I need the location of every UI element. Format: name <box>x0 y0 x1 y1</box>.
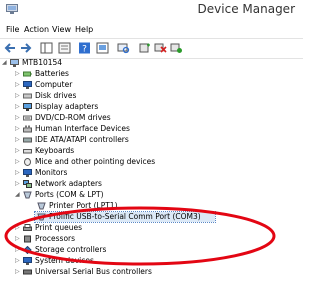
expand-arrow-icon[interactable]: ▷ <box>15 148 21 154</box>
expand-arrow-icon[interactable]: ▷ <box>15 115 21 121</box>
tree-item-print-queues[interactable]: ▷ Print queues <box>15 223 215 233</box>
tree-item-printer-port[interactable]: Printer Port (LPT1) <box>29 201 229 211</box>
tree-item-batteries[interactable]: ▷ Batteries <box>15 69 215 79</box>
network-icon <box>23 180 32 188</box>
back-button[interactable] <box>4 42 17 54</box>
tree-item-mice[interactable]: ▷ Mice and other pointing devices <box>15 157 235 167</box>
tree-item-system-devices[interactable]: ▷ System devices <box>15 256 215 266</box>
usb-icon <box>23 269 32 275</box>
toolbar: ? <box>0 38 303 59</box>
tree-item-mtb10154[interactable]: ◢ MTB10154 <box>2 58 202 68</box>
tree-item-ports[interactable]: ◢ Ports (COM & LPT) <box>15 190 215 200</box>
tree-item-processors[interactable]: ▷ Processors <box>15 234 215 244</box>
hid-icon <box>23 125 32 133</box>
svg-text:?: ? <box>82 45 87 55</box>
dvd-icon <box>23 115 32 121</box>
show-hide-tree-icon <box>40 42 53 54</box>
tree-item-network-adapters[interactable]: ▷ Network adapters <box>15 179 215 189</box>
expand-arrow-icon[interactable]: ▷ <box>15 137 21 143</box>
tree-item-keyboards[interactable]: ▷ Keyboards <box>15 146 215 156</box>
properties-button[interactable] <box>58 42 71 54</box>
disable-device-icon <box>154 43 167 53</box>
tree-item-prolific-usb-serial[interactable]: Prolific USB-to-Serial Comm Port (COM3) <box>34 211 216 223</box>
expand-arrow-icon[interactable]: ▷ <box>15 181 21 187</box>
back-icon <box>4 43 15 53</box>
computer-icon <box>23 81 32 89</box>
monitor-icon <box>23 103 32 111</box>
tree-item-monitors[interactable]: ▷ Monitors <box>15 168 215 178</box>
help-button[interactable]: ? <box>78 42 91 54</box>
help-icon: ? <box>79 42 90 55</box>
device-tree: ◢ MTB10154 ▷ Batteries ▷ Computer ▷ Disk… <box>0 58 303 281</box>
update-driver-icon <box>96 42 109 54</box>
scan-hardware-button[interactable] <box>117 42 130 54</box>
tree-item-human-interface-devices[interactable]: ▷ Human Interface Devices <box>15 124 215 134</box>
expand-arrow-icon[interactable]: ▷ <box>15 170 21 176</box>
monitor-icon <box>23 169 32 177</box>
menu-action[interactable]: Action <box>24 25 49 34</box>
forward-button[interactable] <box>19 42 32 54</box>
storage-icon <box>23 246 32 254</box>
title-bar: Device Manager <box>0 0 303 22</box>
tree-item-dvd-cd-rom-drives[interactable]: ▷ DVD/CD-ROM drives <box>15 113 215 123</box>
disable-device-button[interactable] <box>154 42 167 54</box>
expand-arrow-icon[interactable]: ▷ <box>15 159 21 165</box>
expand-arrow-icon[interactable]: ▷ <box>15 247 21 253</box>
show-hide-tree-button[interactable] <box>40 42 53 54</box>
collapse-arrow-icon[interactable]: ◢ <box>15 192 21 198</box>
expand-arrow-icon[interactable]: ▷ <box>15 258 21 264</box>
expand-arrow-icon[interactable]: ▷ <box>15 126 21 132</box>
disk-icon <box>23 93 32 99</box>
scan-hardware-icon <box>117 43 130 54</box>
window-title: Device Manager <box>197 2 295 16</box>
menu-bar: File Action View Help <box>0 22 303 38</box>
port-icon <box>37 202 46 210</box>
menu-file[interactable]: File <box>6 25 19 34</box>
uninstall-device-button[interactable] <box>170 42 183 54</box>
ide-icon <box>23 137 32 143</box>
tree-item-ide-controllers[interactable]: ▷ IDE ATA/ATAPI controllers <box>15 135 215 145</box>
update-driver-button[interactable] <box>96 42 109 54</box>
expand-arrow-icon[interactable]: ▷ <box>15 71 21 77</box>
battery-icon <box>23 71 32 77</box>
mouse-icon <box>24 158 31 166</box>
tree-item-display-adapters[interactable]: ▷ Display adapters <box>15 102 215 112</box>
expand-arrow-icon[interactable]: ▷ <box>15 104 21 110</box>
expand-arrow-icon[interactable]: ▷ <box>15 82 21 88</box>
port-icon <box>37 213 46 221</box>
expand-arrow-icon[interactable]: ▷ <box>15 269 21 275</box>
add-legacy-button[interactable] <box>138 42 151 54</box>
printer-icon <box>23 224 32 231</box>
system-icon <box>23 257 32 265</box>
keyboard-icon <box>23 149 32 154</box>
expand-arrow-icon[interactable]: ▷ <box>15 93 21 99</box>
add-legacy-icon <box>139 43 150 53</box>
port-icon <box>23 191 32 199</box>
forward-icon <box>21 43 32 53</box>
expand-arrow-icon[interactable]: ▷ <box>15 225 21 231</box>
collapse-arrow-icon[interactable]: ◢ <box>2 60 8 66</box>
menu-help[interactable]: Help <box>75 25 93 34</box>
menu-view[interactable]: View <box>52 25 71 34</box>
uninstall-device-icon <box>170 43 182 53</box>
expand-arrow-icon[interactable]: ▷ <box>15 236 21 242</box>
properties-icon <box>58 42 71 54</box>
computer-icon <box>10 59 19 67</box>
tree-item-computer[interactable]: ▷ Computer <box>15 80 215 90</box>
tree-item-usb-controllers[interactable]: ▷ Universal Serial Bus controllers <box>15 267 235 277</box>
cpu-icon <box>24 235 31 243</box>
tree-item-storage-controllers[interactable]: ▷ Storage controllers <box>15 245 215 255</box>
device-manager-icon <box>6 4 18 14</box>
tree-item-disk-drives[interactable]: ▷ Disk drives <box>15 91 215 101</box>
